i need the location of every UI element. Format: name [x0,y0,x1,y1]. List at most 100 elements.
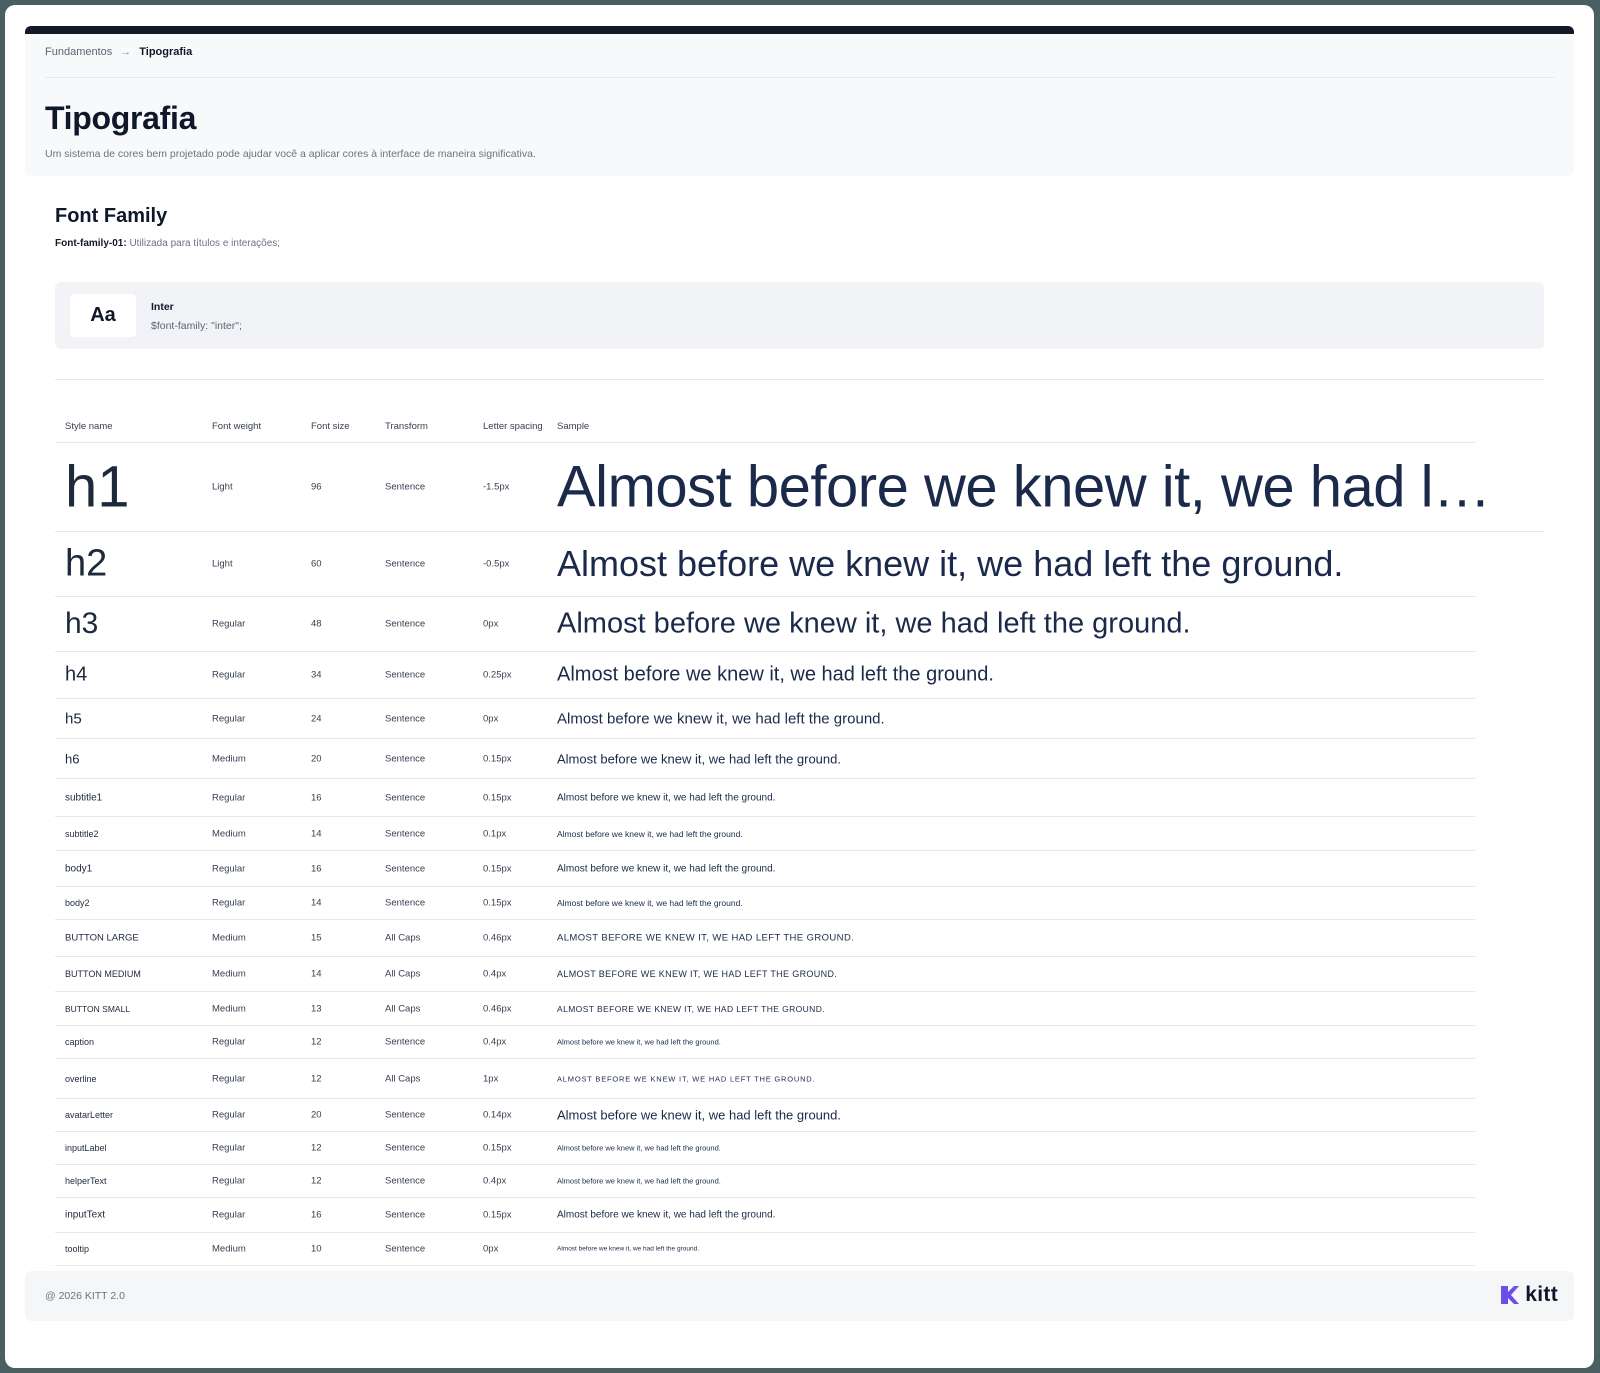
style-name: h3 [65,607,99,640]
font-weight: Medium [212,968,246,980]
font-size: 14 [311,897,322,909]
sample-text: Almost before we knew it, we had left th… [557,828,743,839]
style-name: inputText [65,1209,106,1221]
table-row: avatarLetter Regular 20 Sentence 0.14px Almos… [55,1099,1475,1132]
letter-spacing: 0.4px [483,1036,507,1048]
breadcrumb: Fundamentos → Tipografia [45,46,192,58]
table-row: h4 Regular 34 Sentence 0.25px Almost before w… [55,652,1475,699]
style-name: body2 [65,898,90,908]
breadcrumb-item-fundamentos[interactable]: Fundamentos [45,46,112,58]
transform: Sentence [385,897,426,909]
sample-text: Almost before we knew it, we had left th… [557,607,1191,640]
font-weight: Medium [212,932,246,944]
page-title: Tipografia [45,100,197,136]
col-font-weight: Font weight [212,421,262,432]
font-size: 48 [311,618,322,630]
font-size: 16 [311,863,322,874]
transform: Sentence [385,1109,426,1121]
font-weight: Regular [212,1175,246,1187]
letter-spacing: 0px [483,1243,499,1255]
letter-spacing: 0.25px [483,669,512,681]
table-row: overline Regular 12 All Caps 1px ALMOST BEFOR… [55,1059,1475,1099]
letter-spacing: 0.15px [483,792,512,803]
transform: Sentence [385,713,426,724]
font-weight: Regular [212,618,246,630]
style-name: caption [65,1037,95,1047]
style-name: h5 [65,710,82,727]
style-name: subtitle2 [65,828,99,839]
font-family-description: Font-family-01: Utilizada para títulos e… [55,238,280,249]
font-weight: Regular [212,1109,246,1121]
sample-text: ALMOST BEFORE WE KNEW IT, WE HAD LEFT TH… [557,1003,826,1014]
font-size: 24 [311,713,322,724]
letter-spacing: -0.5px [483,558,510,570]
font-size: 15 [311,932,322,944]
transform: Sentence [385,792,426,803]
font-weight: Medium [212,828,246,839]
sample-text: Almost before we knew it, we had left th… [557,663,994,686]
table-row: BUTTON LARGE Medium 15 All Caps 0.46px ALMOST… [55,920,1475,957]
sample-text: Almost before we knew it, we had left th… [557,1245,699,1253]
font-preview-icon: Aa [70,294,136,337]
kitt-logo[interactable]: kitt [1499,1283,1558,1307]
transform: Sentence [385,558,426,570]
font-size: 96 [311,481,322,493]
page-header: Fundamentos → Tipografia Tipografia Um s… [25,34,1574,176]
font-size: 34 [311,669,322,681]
breadcrumb-item-current: Tipografia [139,46,193,58]
letter-spacing: 0.4px [483,968,507,980]
table-row: tooltip Medium 10 Sentence 0px Almost before … [55,1233,1475,1266]
sample-text: Almost before we knew it, we had left th… [557,454,1511,520]
copyright: @ 2026 KITT 2.0 [45,1290,125,1302]
sample-text: Almost before we knew it, we had left th… [557,792,776,803]
col-sample: Sample [557,421,590,432]
table-row: inputLabel Regular 12 Sentence 0.15px Almost … [55,1132,1475,1165]
table-row: helperText Regular 12 Sentence 0.4px Almost b… [55,1165,1475,1198]
letter-spacing: 1px [483,1073,499,1084]
table-body: h1 Light 96 Sentence -1.5px Almost before we … [55,443,1544,1266]
transform: All Caps [385,1073,421,1084]
letter-spacing: 0px [483,618,499,630]
sample-text: Almost before we knew it, we had left th… [557,898,743,908]
table-row: BUTTON SMALL Medium 13 All Caps 0.46px ALMOST… [55,992,1475,1026]
letter-spacing: 0.1px [483,828,507,839]
sample-text: Almost before we knew it, we had left th… [557,710,885,727]
col-letter-spacing: Letter spacing [483,421,543,432]
font-weight: Regular [212,897,246,909]
kitt-logo-icon [1501,1286,1520,1304]
sample-text: Almost before we knew it, we had left th… [557,863,776,874]
transform: Sentence [385,1142,426,1154]
table-row: inputText Regular 16 Sentence 0.15px Almost b… [55,1198,1475,1233]
sample-text: Almost before we knew it, we had left th… [557,751,841,766]
transform: Sentence [385,753,426,764]
page-footer: @ 2026 KITT 2.0 kitt [25,1271,1574,1321]
transform: Sentence [385,1209,426,1221]
font-weight: Regular [212,1142,246,1154]
font-weight: Regular [212,1209,246,1221]
font-weight: Regular [212,713,246,724]
font-weight: Medium [212,1003,246,1014]
font-size: 16 [311,1209,322,1221]
style-name: subtitle1 [65,792,103,803]
table-row: h3 Regular 48 Sentence 0px Almost before we k… [55,597,1475,652]
transform: All Caps [385,968,421,980]
letter-spacing: 0.15px [483,1209,512,1221]
page-description: Um sistema de cores bem projetado pode a… [45,148,536,160]
transform: Sentence [385,1036,426,1048]
letter-spacing: 0.46px [483,1003,512,1014]
sample-text: Almost before we knew it, we had left th… [557,1107,841,1123]
letter-spacing: 0.15px [483,863,512,874]
font-weight: Regular [212,863,246,874]
transform: Sentence [385,1243,426,1255]
table-header: Style name Font weight Font size Transfo… [55,415,1475,443]
transform: Sentence [385,618,426,630]
table-row: h1 Light 96 Sentence -1.5px Almost before we … [55,443,1544,532]
table-row: body1 Regular 16 Sentence 0.15px Almost befor… [55,851,1475,887]
font-size: 10 [311,1243,322,1255]
table-row: BUTTON MEDIUM Medium 14 All Caps 0.4px ALMOST… [55,957,1475,992]
font-size: 13 [311,1003,322,1014]
transform: Sentence [385,1175,426,1187]
font-size: 14 [311,968,322,980]
sample-text: Almost before we knew it, we had left th… [557,1209,776,1221]
col-font-size: Font size [311,421,350,432]
